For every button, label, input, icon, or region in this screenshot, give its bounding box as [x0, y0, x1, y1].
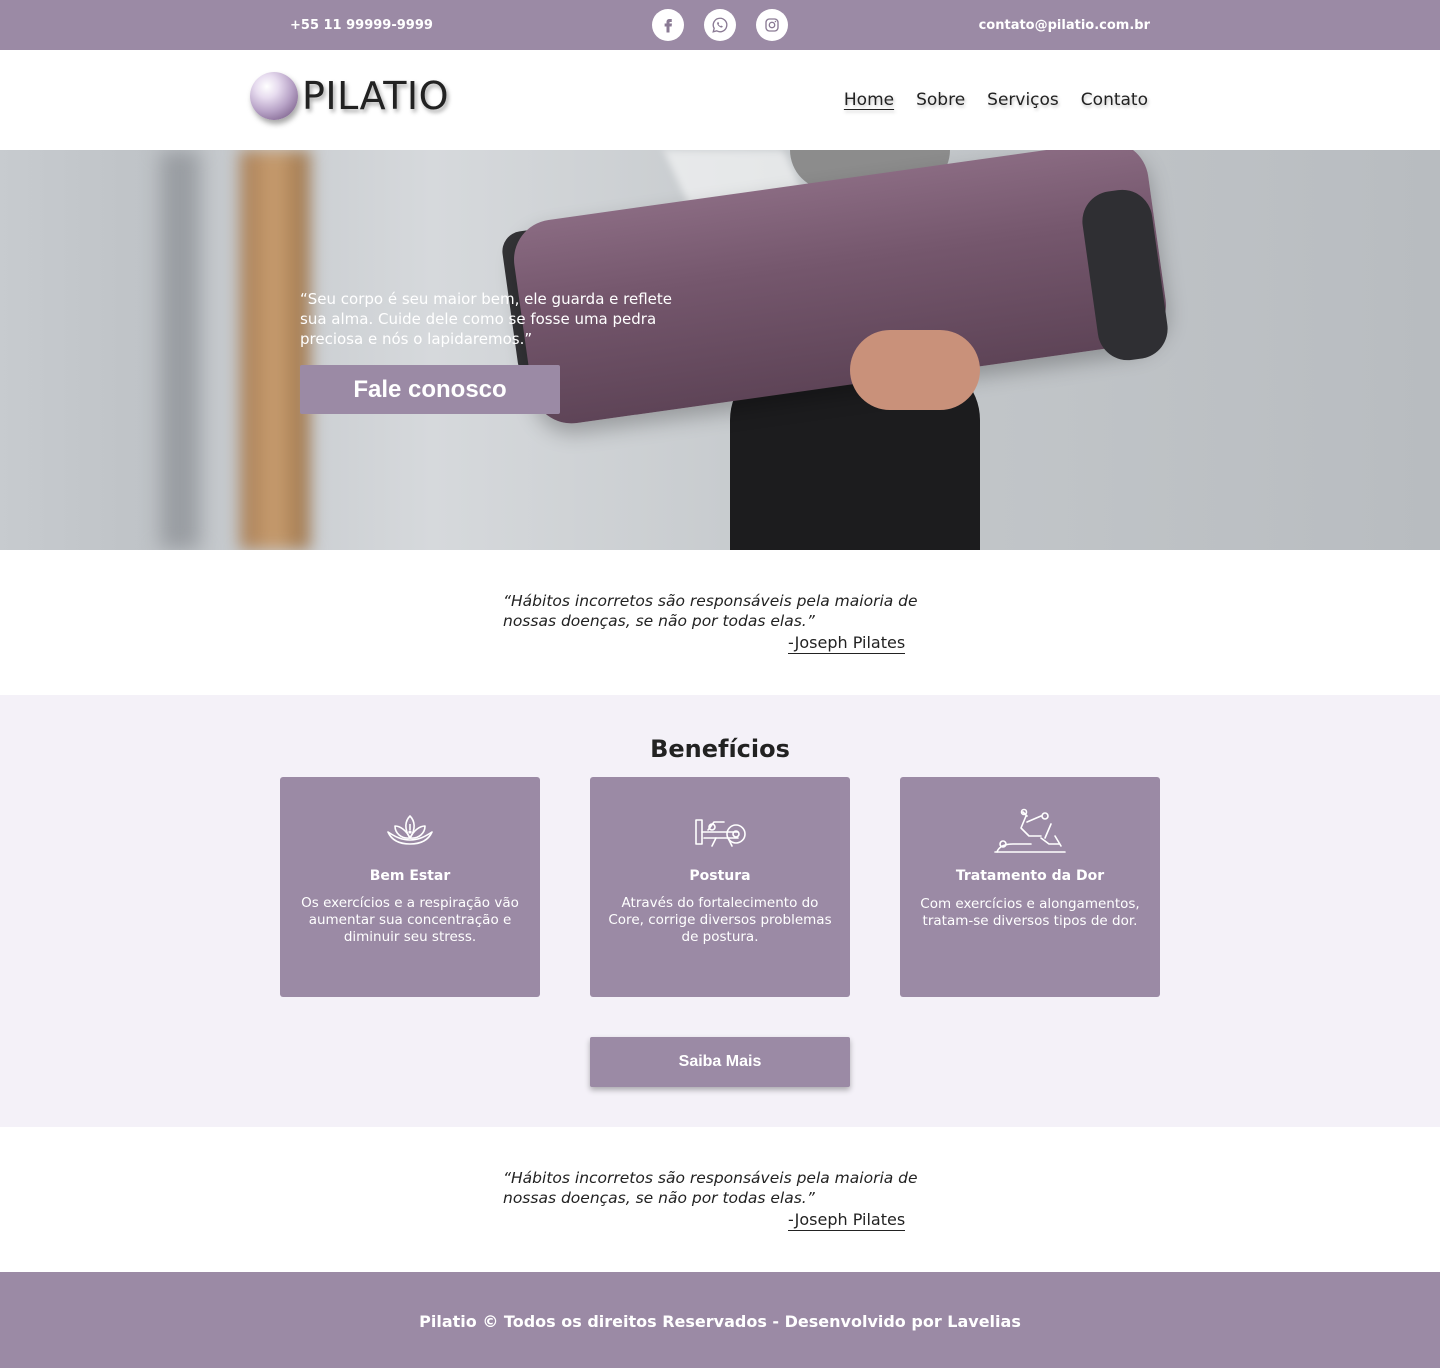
benefit-card-tratamento-dor: Tratamento da Dor Com exercícios e along…	[900, 777, 1160, 997]
hero-person-hands	[850, 330, 980, 410]
logo-text: PILATIO	[302, 74, 450, 118]
site-footer: Pilatio © Todos os direitos Reservados -…	[0, 1272, 1440, 1368]
top-bar: +55 11 99999-9999 contato@pilatio.com.br	[0, 0, 1440, 50]
quote-text: “Hábitos incorretos são responsáveis pel…	[503, 1169, 918, 1207]
site-logo[interactable]: PILATIO	[250, 72, 449, 120]
quote-text: “Hábitos incorretos são responsáveis pel…	[503, 592, 918, 630]
phone-number: +55 11 99999-9999	[290, 18, 433, 33]
learn-more-button[interactable]: Saiba Mais	[590, 1037, 850, 1087]
hero-background-frame	[160, 150, 200, 550]
posture-machine-icon	[695, 819, 746, 847]
quote-section-bottom: “Hábitos incorretos são responsáveis pel…	[0, 1127, 1440, 1272]
benefit-text: Com exercícios e alongamentos, tratam-se…	[920, 896, 1140, 929]
benefits-section: Benefícios Bem Estar Os exercícios e a r…	[0, 695, 1440, 1127]
hero-background-door	[240, 150, 310, 550]
benefit-title: Tratamento da Dor	[955, 868, 1105, 884]
instagram-icon	[765, 18, 779, 32]
whatsapp-icon	[712, 17, 728, 33]
lotus-icon	[387, 815, 433, 845]
pilates-ball-icon	[250, 72, 298, 120]
pain-treatment-icon	[994, 808, 1066, 853]
facebook-icon	[664, 19, 672, 33]
social-links	[652, 9, 788, 41]
quote-section-top: “Hábitos incorretos são responsáveis pel…	[0, 550, 1440, 695]
benefit-text: Através do fortalecimento do Core, corri…	[608, 895, 832, 945]
hero-banner: “Seu corpo é seu maior bem, ele guarda e…	[0, 150, 1440, 550]
hero-quote: “Seu corpo é seu maior bem, ele guarda e…	[300, 290, 672, 348]
contact-email[interactable]: contato@pilatio.com.br	[979, 18, 1150, 33]
whatsapp-link[interactable]	[704, 9, 736, 41]
instagram-link[interactable]	[756, 9, 788, 41]
nav-home[interactable]: Home	[844, 90, 894, 110]
nav-servicos[interactable]: Serviços	[987, 90, 1059, 110]
contact-cta-button[interactable]: Fale conosco	[300, 365, 560, 414]
quote-author[interactable]: -Joseph Pilates	[788, 633, 906, 654]
site-header: PILATIO Home Sobre Serviços Contato	[0, 50, 1440, 150]
benefit-text: Os exercícios e a respiração vão aumenta…	[301, 895, 519, 945]
main-nav: Home Sobre Serviços Contato	[844, 90, 1148, 110]
benefit-title: Postura	[689, 868, 751, 884]
benefit-card-postura: Postura Através do fortalecimento do Cor…	[590, 777, 850, 997]
quote-author[interactable]: -Joseph Pilates	[788, 1210, 906, 1231]
nav-sobre[interactable]: Sobre	[916, 90, 965, 110]
nav-contato[interactable]: Contato	[1081, 90, 1148, 110]
benefit-title: Bem Estar	[369, 868, 451, 884]
footer-copyright: Pilatio © Todos os direitos Reservados -…	[419, 1312, 1021, 1331]
facebook-link[interactable]	[652, 9, 684, 41]
benefits-title: Benefícios	[650, 735, 790, 763]
benefit-card-bem-estar: Bem Estar Os exercícios e a respiração v…	[280, 777, 540, 997]
